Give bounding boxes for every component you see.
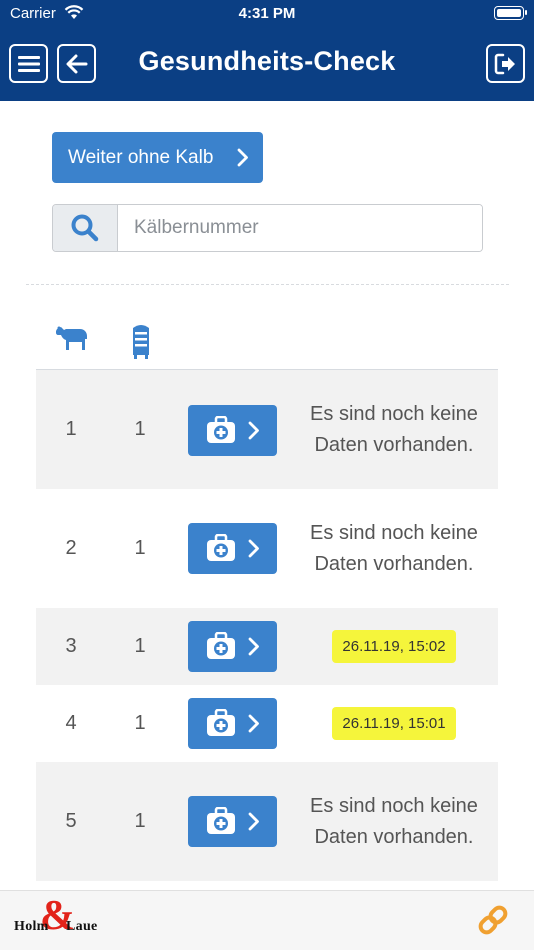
status-time: 4:31 PM [238, 5, 296, 22]
health-check-button[interactable] [188, 698, 277, 749]
logout-button[interactable] [486, 44, 525, 83]
no-data-text: Es sind noch keine Daten vorhanden. [310, 794, 478, 848]
medical-kit-icon [207, 632, 235, 659]
search-icon [71, 214, 99, 242]
medical-kit-icon [207, 534, 235, 561]
status-cell: Es sind noch keine Daten vorhanden. [309, 762, 479, 881]
chevron-right-icon [248, 421, 259, 440]
health-check-button[interactable] [188, 523, 277, 574]
calf-table: 1 1 Es sind noch keine Daten vorhanden. … [36, 369, 498, 881]
battery-icon [494, 6, 527, 20]
no-data-text: Es sind noch keine Daten vorhanden. [310, 521, 478, 575]
health-check-button[interactable] [188, 621, 277, 672]
app-footer: & Holm Laue [0, 890, 534, 950]
main-content: Weiter ohne Kalb Kälbernummer 1 1 Es sin… [0, 101, 534, 890]
calf-number-input[interactable] [118, 205, 482, 251]
page-title: Gesundheits-Check [138, 46, 396, 76]
chevron-right-icon [248, 539, 259, 558]
calf-index: 3 [65, 635, 77, 657]
status-bar: Carrier 4:31 PM [0, 0, 534, 28]
search-button[interactable] [53, 205, 118, 251]
calf-search [52, 204, 483, 252]
app-header: Carrier 4:31 PM Gesundheits-Check [0, 0, 534, 101]
sign-out-icon [494, 53, 515, 74]
medical-kit-icon [207, 416, 235, 443]
medical-kit-icon [207, 709, 235, 736]
status-cell: 26.11.19, 15:01 [309, 685, 479, 762]
tank-index: 1 [134, 810, 146, 832]
health-check-button[interactable] [188, 405, 277, 456]
link-icon[interactable] [476, 903, 510, 937]
calf-index: 1 [65, 418, 77, 440]
chevron-right-icon [248, 637, 259, 656]
table-row: 3 1 26.11.19, 15:02 [36, 608, 498, 685]
table-row: 5 1 Es sind noch keine Daten vorhanden. [36, 762, 498, 881]
date-badge: 26.11.19, 15:01 [332, 707, 456, 740]
continue-without-calf-button[interactable]: Weiter ohne Kalb [52, 132, 263, 183]
brand-name-right: Laue [66, 919, 98, 934]
table-row: 2 1 Es sind noch keine Daten vorhanden. [36, 489, 498, 608]
brand-name-left: Holm [14, 919, 49, 934]
tank-index: 1 [134, 537, 146, 559]
section-divider [26, 284, 509, 285]
status-cell: Es sind noch keine Daten vorhanden. [309, 489, 479, 608]
no-data-text: Es sind noch keine Daten vorhanden. [310, 402, 478, 456]
milk-tank-icon [133, 325, 149, 359]
status-cell: Es sind noch keine Daten vorhanden. [309, 370, 479, 489]
health-check-button[interactable] [188, 796, 277, 847]
chevron-right-icon [237, 148, 248, 167]
tank-index: 1 [134, 635, 146, 657]
status-cell: 26.11.19, 15:02 [309, 608, 479, 685]
table-row: 4 1 26.11.19, 15:01 [36, 685, 498, 762]
calf-index: 5 [65, 810, 77, 832]
brand-logo: & Holm Laue [14, 895, 104, 941]
tank-index: 1 [134, 418, 146, 440]
calf-index: 2 [65, 537, 77, 559]
chevron-right-icon [248, 812, 259, 831]
app-screen: Carrier 4:31 PM Gesundheits-Check Weiter… [0, 0, 534, 950]
continue-without-calf-label: Weiter ohne Kalb [68, 146, 214, 168]
calf-index: 4 [65, 712, 77, 734]
tank-index: 1 [134, 712, 146, 734]
date-badge: 26.11.19, 15:02 [332, 630, 456, 663]
cow-icon [56, 326, 87, 350]
table-row: 1 1 Es sind noch keine Daten vorhanden. [36, 370, 498, 489]
medical-kit-icon [207, 807, 235, 834]
chevron-right-icon [248, 714, 259, 733]
